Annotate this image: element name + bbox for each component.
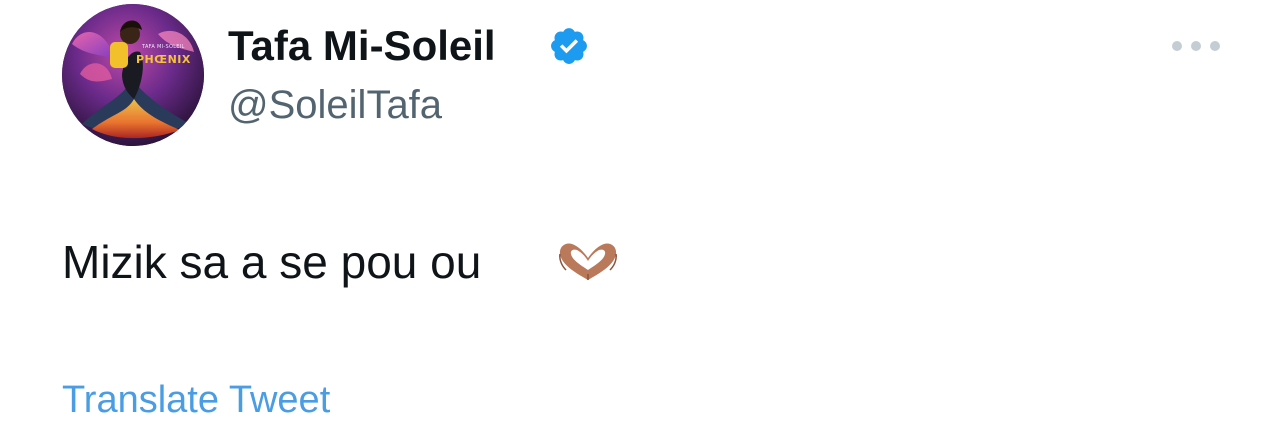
more-dot bbox=[1210, 41, 1220, 51]
tweet-card: TAFA MI-SOLEIL PHŒNIX Tafa Mi-Soleil @So… bbox=[0, 0, 1284, 427]
more-dot bbox=[1172, 41, 1182, 51]
avatar[interactable]: TAFA MI-SOLEIL PHŒNIX bbox=[62, 4, 204, 146]
author-display-name[interactable]: Tafa Mi-Soleil bbox=[228, 22, 496, 70]
translate-tweet-link[interactable]: Translate Tweet bbox=[62, 378, 330, 422]
album-title-text: PHŒNIX bbox=[136, 53, 191, 66]
more-dot bbox=[1191, 41, 1201, 51]
author-handle[interactable]: @SoleilTafa bbox=[228, 82, 442, 128]
verified-badge-icon bbox=[551, 28, 587, 64]
tweet-text: Mizik sa a se pou ou bbox=[62, 236, 482, 288]
album-artist-text: TAFA MI-SOLEIL bbox=[142, 44, 185, 50]
heart-hands-emoji-icon bbox=[559, 243, 617, 280]
more-options-icon[interactable] bbox=[1172, 34, 1220, 58]
album-art-image bbox=[62, 4, 204, 146]
